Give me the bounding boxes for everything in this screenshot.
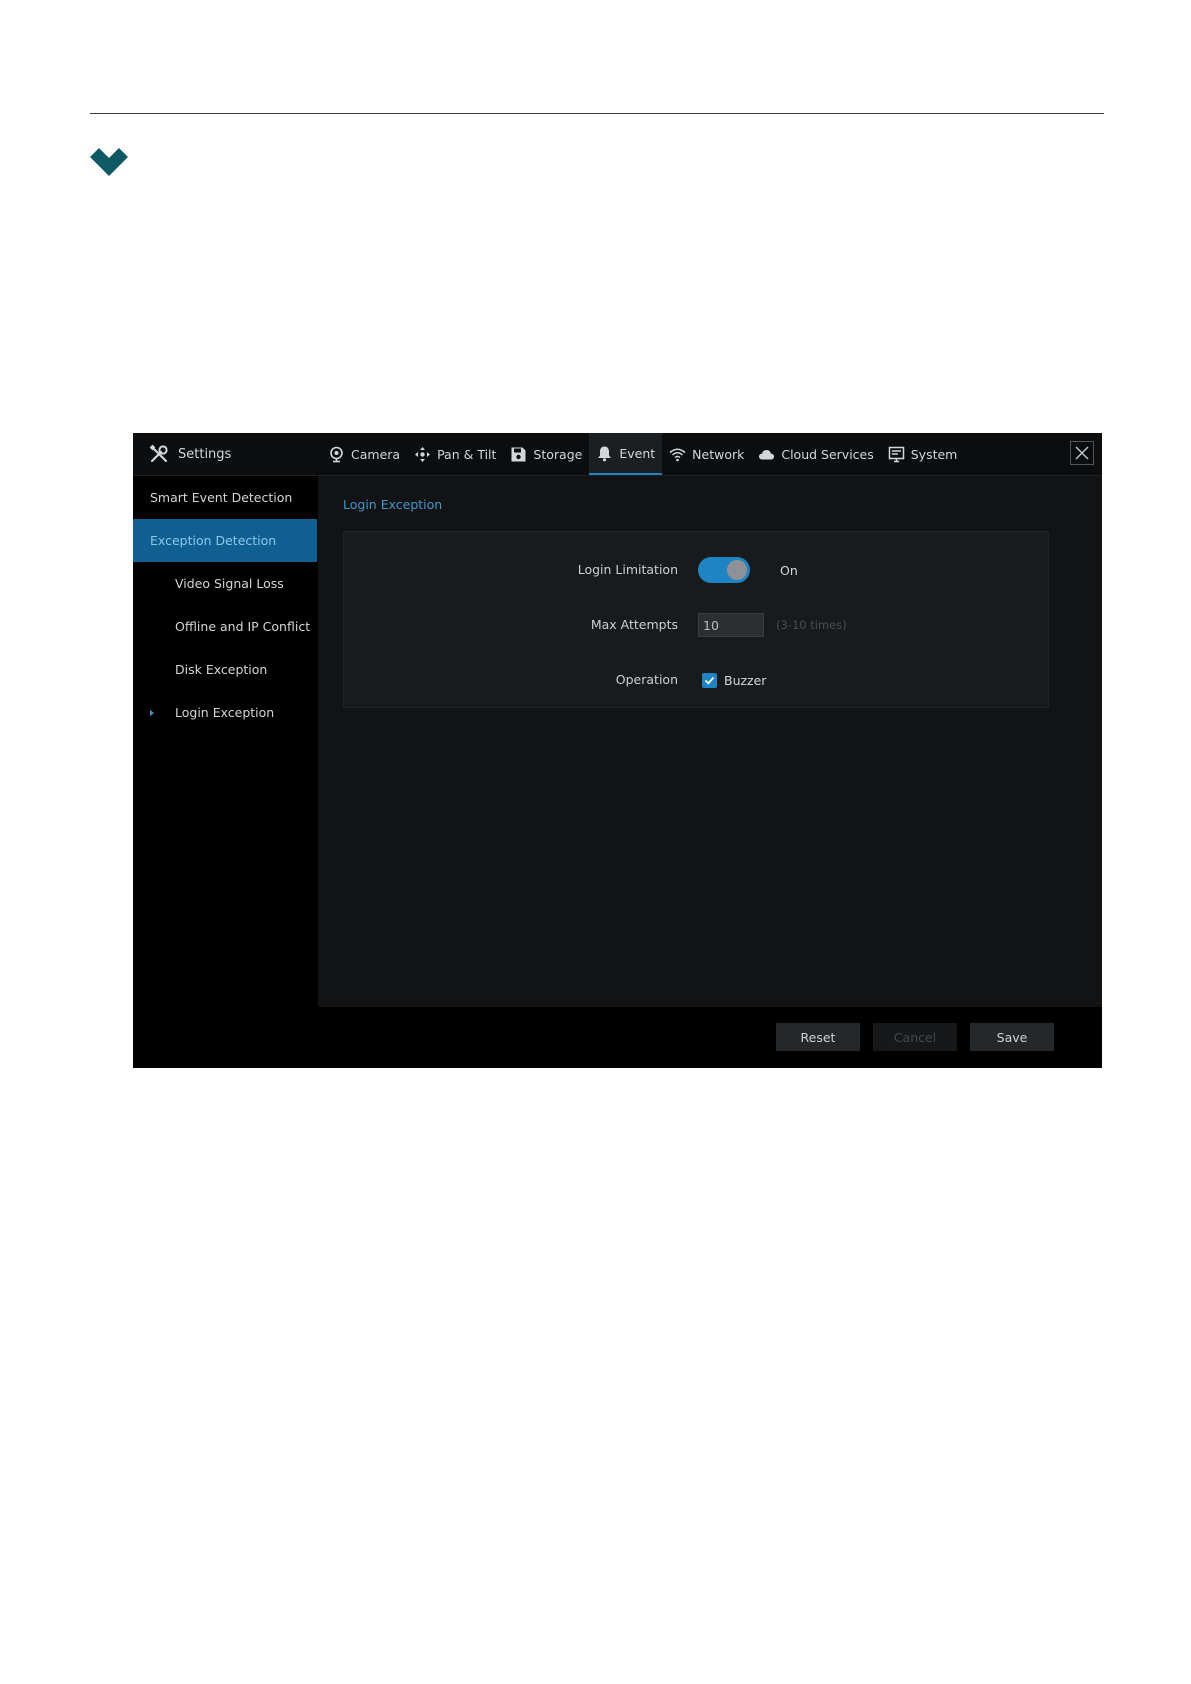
tab-storage-label: Storage: [533, 446, 583, 462]
sidebar-item-label: Exception Detection: [150, 533, 277, 548]
checkmark-icon: [704, 676, 715, 685]
sidebar-item-offline-ip-conflict[interactable]: Offline and IP Conflict: [133, 605, 317, 648]
buzzer-label: Buzzer: [724, 672, 767, 688]
sidebar-item-label: Video Signal Loss: [175, 576, 284, 591]
save-button[interactable]: Save: [970, 1023, 1054, 1051]
sidebar-item-label: Login Exception: [175, 705, 275, 720]
tab-event[interactable]: Event: [589, 433, 663, 475]
camera-icon: [330, 446, 343, 462]
max-attempts-control: (3-10 times): [698, 610, 847, 640]
sidebar-item-label: Offline and IP Conflict: [175, 619, 311, 634]
tab-pan-tilt-label: Pan & Tilt: [437, 446, 497, 462]
sidebar-item-label: Disk Exception: [175, 662, 268, 677]
operation-row: Operation Buzzer: [344, 665, 1050, 695]
tab-camera-label: Camera: [351, 446, 401, 462]
sidebar-item-video-signal-loss[interactable]: Video Signal Loss: [133, 562, 317, 605]
sidebar-item-login-exception[interactable]: Login Exception: [133, 691, 317, 734]
action-footer: Reset Cancel Save: [318, 1007, 1102, 1068]
top-navigation: Settings Camera Pan & Tilt Storage Event…: [133, 433, 1102, 476]
toggle-knob: [727, 560, 747, 580]
wifi-icon: [669, 448, 686, 461]
login-limitation-toggle[interactable]: [698, 557, 750, 583]
max-attempts-hint: (3-10 times): [776, 618, 847, 632]
max-attempts-input[interactable]: [698, 613, 764, 637]
tab-bar: Camera Pan & Tilt Storage Event Network …: [321, 433, 964, 475]
sidebar: Smart Event Detection Exception Detectio…: [133, 476, 317, 1068]
login-limitation-label: Login Limitation: [577, 562, 678, 577]
operation-control: Buzzer: [698, 665, 766, 695]
max-attempts-row: Max Attempts (3-10 times): [344, 610, 1050, 640]
close-icon: [1075, 446, 1089, 460]
settings-window: Settings Camera Pan & Tilt Storage Event…: [133, 433, 1102, 1068]
storage-icon: [511, 447, 526, 461]
tab-storage[interactable]: Storage: [503, 433, 589, 475]
bell-icon: [598, 446, 612, 461]
cancel-button[interactable]: Cancel: [873, 1023, 957, 1051]
operation-label: Operation: [615, 672, 678, 687]
close-button[interactable]: [1070, 441, 1094, 465]
tab-network-label: Network: [692, 446, 745, 462]
settings-title: Settings: [178, 446, 232, 462]
page-divider: [90, 113, 1104, 114]
tab-network[interactable]: Network: [662, 433, 751, 475]
sidebar-item-smart-event-detection[interactable]: Smart Event Detection: [133, 476, 317, 519]
tab-event-label: Event: [619, 445, 656, 461]
system-icon: [888, 446, 904, 462]
login-exception-panel: Login Limitation On Max Attempts (3-10 t…: [343, 531, 1049, 708]
tab-camera[interactable]: Camera: [321, 433, 407, 475]
login-limitation-row: Login Limitation On: [344, 555, 1050, 585]
chevron-down-icon: [90, 148, 128, 176]
tab-pan-tilt[interactable]: Pan & Tilt: [407, 433, 503, 475]
tab-cloud-services-label: Cloud Services: [781, 446, 874, 462]
tab-system[interactable]: System: [881, 433, 965, 475]
tab-cloud-services[interactable]: Cloud Services: [751, 433, 880, 475]
buzzer-checkbox[interactable]: [702, 672, 717, 688]
settings-brand: Settings: [149, 433, 231, 475]
current-item-marker-icon: [150, 710, 154, 716]
cloud-icon: [759, 449, 775, 459]
wrench-screwdriver-icon: [149, 444, 168, 463]
main-content: Login Exception Login Limitation On Max …: [318, 476, 1102, 1007]
sidebar-item-exception-detection[interactable]: Exception Detection: [133, 519, 317, 562]
login-limitation-control: On: [698, 555, 798, 585]
sidebar-item-label: Smart Event Detection: [150, 490, 293, 505]
pan-tilt-icon: [415, 446, 431, 462]
reset-button[interactable]: Reset: [776, 1023, 860, 1051]
sidebar-item-disk-exception[interactable]: Disk Exception: [133, 648, 317, 691]
section-title: Login Exception: [343, 497, 443, 512]
tab-system-label: System: [910, 446, 958, 462]
login-limitation-state: On: [780, 562, 798, 578]
max-attempts-label: Max Attempts: [590, 617, 678, 632]
